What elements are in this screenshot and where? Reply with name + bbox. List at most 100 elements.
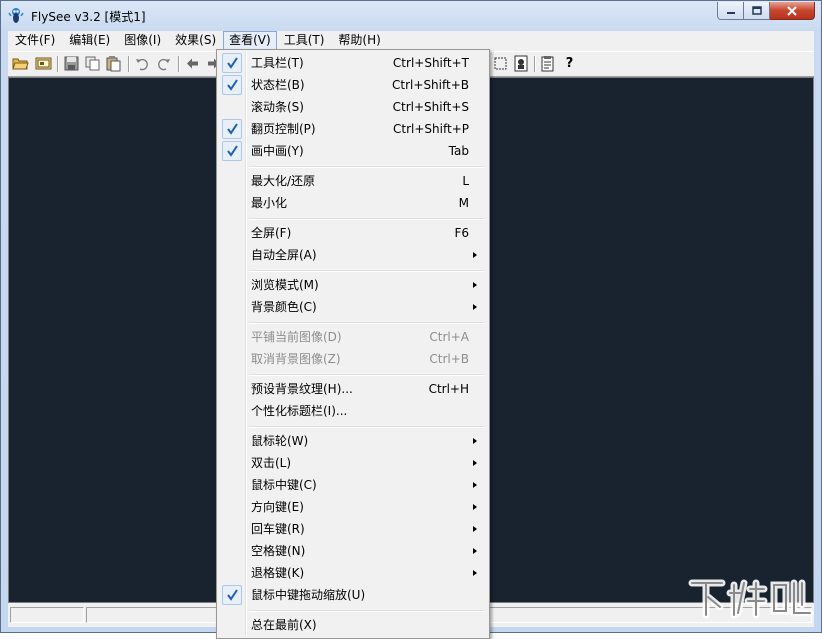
menu-item-shortcut: Ctrl+A [429, 330, 469, 344]
menu-item-mouse-wheel[interactable]: 鼠标轮(W) [219, 430, 487, 452]
menu-separator [249, 426, 485, 428]
menu-item-space-key[interactable]: 空格键(N) [219, 540, 487, 562]
save-icon[interactable] [63, 55, 80, 72]
menu-effects[interactable]: 效果(S) [168, 31, 223, 50]
menu-item-label: 状态栏(B) [251, 78, 305, 92]
menu-item-shortcut: Ctrl+Shift+T [392, 56, 469, 70]
menu-item-label: 鼠标中键(C) [251, 478, 317, 492]
menu-item-shortcut: Ctrl+H [428, 382, 469, 396]
menu-item-label: 最大化/还原 [251, 174, 316, 188]
minimize-button[interactable] [717, 2, 744, 20]
minimize-icon [726, 11, 735, 14]
submenu-arrow-icon [473, 526, 477, 532]
menu-item-label: 方向键(E) [251, 500, 304, 514]
close-button[interactable] [770, 2, 815, 20]
crop-icon[interactable] [492, 55, 509, 72]
menu-separator [249, 374, 485, 376]
open-image-icon[interactable] [35, 55, 52, 72]
menu-item-picture-in-picture[interactable]: 画中画(Y) Tab [219, 140, 487, 162]
menu-separator [249, 218, 485, 220]
menu-item-label: 工具栏(T) [251, 56, 304, 70]
menu-item-maximize-restore[interactable]: 最大化/还原 L [219, 170, 487, 192]
menu-edit[interactable]: 编辑(E) [62, 31, 117, 50]
menu-item-label: 翻页控制(P) [251, 122, 316, 136]
menu-item-toolbar[interactable]: 工具栏(T) Ctrl+Shift+T [219, 52, 487, 74]
menu-item-shortcut: F6 [454, 226, 469, 240]
open-folder-icon[interactable] [12, 55, 29, 72]
close-icon [787, 5, 797, 16]
menu-item-label: 最小化 [251, 196, 288, 210]
paste-icon[interactable] [105, 55, 122, 72]
maximize-button[interactable] [744, 2, 770, 20]
menu-item-label: 预设背景纹理(H)... [251, 382, 353, 396]
submenu-arrow-icon [473, 482, 477, 488]
menu-image[interactable]: 图像(I) [117, 31, 168, 50]
submenu-arrow-icon [473, 548, 477, 554]
checkmark-icon [222, 585, 242, 605]
menu-item-label: 浏览模式(M) [251, 278, 319, 292]
menu-item-minimize[interactable]: 最小化 M [219, 192, 487, 214]
menu-item-arrow-keys[interactable]: 方向键(E) [219, 496, 487, 518]
menu-separator [249, 610, 485, 612]
menu-bar: 文件(F) 编辑(E) 图像(I) 效果(S) 查看(V) 工具(T) 帮助(H… [8, 31, 814, 50]
redo-icon[interactable] [155, 55, 172, 72]
menu-item-shortcut: Tab [448, 144, 469, 158]
menu-item-label: 平铺当前图像(D) [251, 330, 342, 344]
menu-file[interactable]: 文件(F) [8, 31, 62, 50]
view-menu-dropdown: 工具栏(T) Ctrl+Shift+T 状态栏(B) Ctrl+Shift+B … [216, 49, 490, 639]
menu-item-middle-drag-zoom[interactable]: 鼠标中键拖动缩放(U) [219, 584, 487, 606]
menu-item-label: 自动全屏(A) [251, 248, 317, 262]
menu-item-backspace-key[interactable]: 退格键(K) [219, 562, 487, 584]
menu-item-browse-mode[interactable]: 浏览模式(M) [219, 274, 487, 296]
status-pane-2 [86, 607, 220, 623]
menu-view[interactable]: 查看(V) [223, 31, 277, 50]
menu-item-label: 全屏(F) [251, 226, 292, 240]
undo-icon[interactable] [134, 55, 151, 72]
menu-item-double-click[interactable]: 双击(L) [219, 452, 487, 474]
menu-item-auto-fullscreen[interactable]: 自动全屏(A) [219, 244, 487, 266]
properties-icon[interactable] [539, 55, 556, 72]
menu-item-label: 空格键(N) [251, 544, 306, 558]
menu-item-shortcut: Ctrl+Shift+S [392, 100, 469, 114]
menu-item-background-color[interactable]: 背景颜色(C) [219, 296, 487, 318]
back-arrow-icon[interactable] [184, 55, 201, 72]
menu-help[interactable]: 帮助(H) [331, 31, 387, 50]
menu-item-shortcut: Ctrl+B [429, 352, 469, 366]
view-icon[interactable] [513, 55, 530, 72]
menu-item-fullscreen[interactable]: 全屏(F) F6 [219, 222, 487, 244]
app-icon [8, 8, 24, 23]
menu-item-label: 退格键(K) [251, 566, 305, 580]
menu-item-shortcut: M [458, 196, 469, 210]
menu-item-shortcut: Ctrl+Shift+B [392, 78, 469, 92]
submenu-arrow-icon [473, 460, 477, 466]
menu-item-label: 双击(L) [251, 456, 292, 470]
menu-separator [249, 322, 485, 324]
help-icon[interactable]: ? [561, 55, 578, 72]
menu-item-enter-key[interactable]: 回车键(R) [219, 518, 487, 540]
menu-item-statusbar[interactable]: 状态栏(B) Ctrl+Shift+B [219, 74, 487, 96]
checkmark-icon [222, 141, 242, 161]
status-pane-1 [10, 607, 84, 623]
copy-icon[interactable] [84, 55, 101, 72]
submenu-arrow-icon [473, 282, 477, 288]
submenu-arrow-icon [473, 504, 477, 510]
menu-item-shortcut: L [462, 174, 469, 188]
checkmark-icon [222, 119, 242, 139]
menu-tools[interactable]: 工具(T) [277, 31, 332, 50]
menu-item-scrollbar[interactable]: 滚动条(S) Ctrl+Shift+S [219, 96, 487, 118]
title-bar[interactable]: FlySee v3.2 [模式1] [1, 1, 821, 31]
checkmark-icon [222, 53, 242, 73]
menu-separator [249, 270, 485, 272]
menu-item-middle-button[interactable]: 鼠标中键(C) [219, 474, 487, 496]
checkmark-icon [222, 75, 242, 95]
submenu-arrow-icon [473, 438, 477, 444]
submenu-arrow-icon [473, 252, 477, 258]
menu-item-label: 取消背景图像(Z) [251, 352, 341, 366]
menu-item-cancel-background: 取消背景图像(Z) Ctrl+B [219, 348, 487, 370]
menu-item-page-control[interactable]: 翻页控制(P) Ctrl+Shift+P [219, 118, 487, 140]
menu-item-preset-texture[interactable]: 预设背景纹理(H)... Ctrl+H [219, 378, 487, 400]
menu-item-label: 滚动条(S) [251, 100, 304, 114]
menu-item-custom-titlebar[interactable]: 个性化标题栏(I)... [219, 400, 487, 422]
menu-item-label: 鼠标中键拖动缩放(U) [251, 588, 366, 602]
menu-item-label: 鼠标轮(W) [251, 434, 309, 448]
